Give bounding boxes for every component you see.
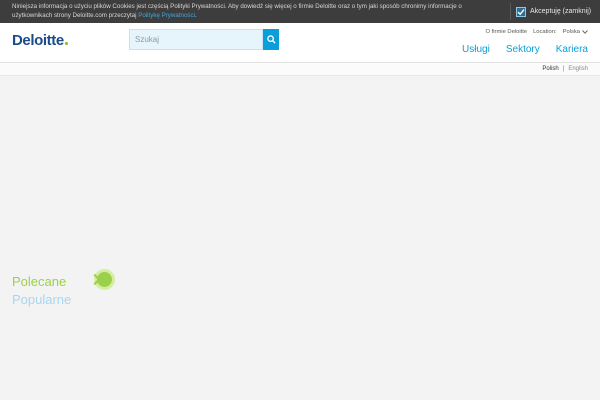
logo-text: Deloitte bbox=[12, 32, 64, 49]
search-button[interactable] bbox=[263, 29, 279, 50]
privacy-policy-link[interactable]: Politykę Prywatności bbox=[138, 12, 195, 19]
cookie-notice-end: . bbox=[194, 11, 197, 19]
about-deloitte-link[interactable]: O firmie Deloitte bbox=[486, 29, 528, 35]
tab-popularne[interactable]: Popularne bbox=[12, 292, 71, 307]
nav-item-kariera[interactable]: Kariera bbox=[556, 44, 588, 55]
cookie-divider bbox=[510, 3, 511, 20]
site-header: Deloitte O firmie Deloitte Location: Pol… bbox=[0, 23, 600, 62]
chevron-right-icon[interactable] bbox=[93, 273, 101, 286]
language-bar: Polish | English bbox=[0, 63, 600, 76]
utility-links: O firmie Deloitte Location: Polska bbox=[486, 29, 589, 35]
language-polish[interactable]: Polish bbox=[542, 66, 558, 72]
cookie-notice-body: Niniejsza informacja o użyciu plików Coo… bbox=[12, 3, 462, 19]
deloitte-logo[interactable]: Deloitte bbox=[12, 32, 68, 49]
location-select[interactable]: Polska bbox=[563, 29, 588, 35]
search-input[interactable] bbox=[129, 29, 263, 50]
logo-dot-icon bbox=[64, 42, 68, 45]
language-separator: | bbox=[562, 66, 565, 72]
language-switcher: Polish | English bbox=[542, 66, 588, 72]
tab-polecane[interactable]: Polecane bbox=[12, 274, 66, 289]
language-english[interactable]: English bbox=[568, 66, 588, 72]
checkbox-checked-icon[interactable] bbox=[516, 6, 526, 17]
main-nav: Usługi Sektory Kariera bbox=[462, 44, 588, 55]
chevron-down-icon bbox=[582, 30, 588, 34]
location-value: Polska bbox=[562, 29, 580, 35]
search-icon bbox=[266, 35, 276, 44]
cookie-bar: Niniejsza informacja o użyciu plików Coo… bbox=[0, 0, 600, 23]
cookie-accept-label: Akceptuję (zamknij) bbox=[530, 8, 592, 15]
nav-item-sektory[interactable]: Sektory bbox=[506, 44, 540, 55]
cookie-accept-button[interactable]: Akceptuję (zamknij) bbox=[516, 6, 591, 17]
location-label: Location: bbox=[533, 29, 557, 35]
cookie-notice-text: Niniejsza informacja o użyciu plików Coo… bbox=[12, 3, 482, 20]
nav-item-uslugi[interactable]: Usługi bbox=[462, 44, 490, 55]
